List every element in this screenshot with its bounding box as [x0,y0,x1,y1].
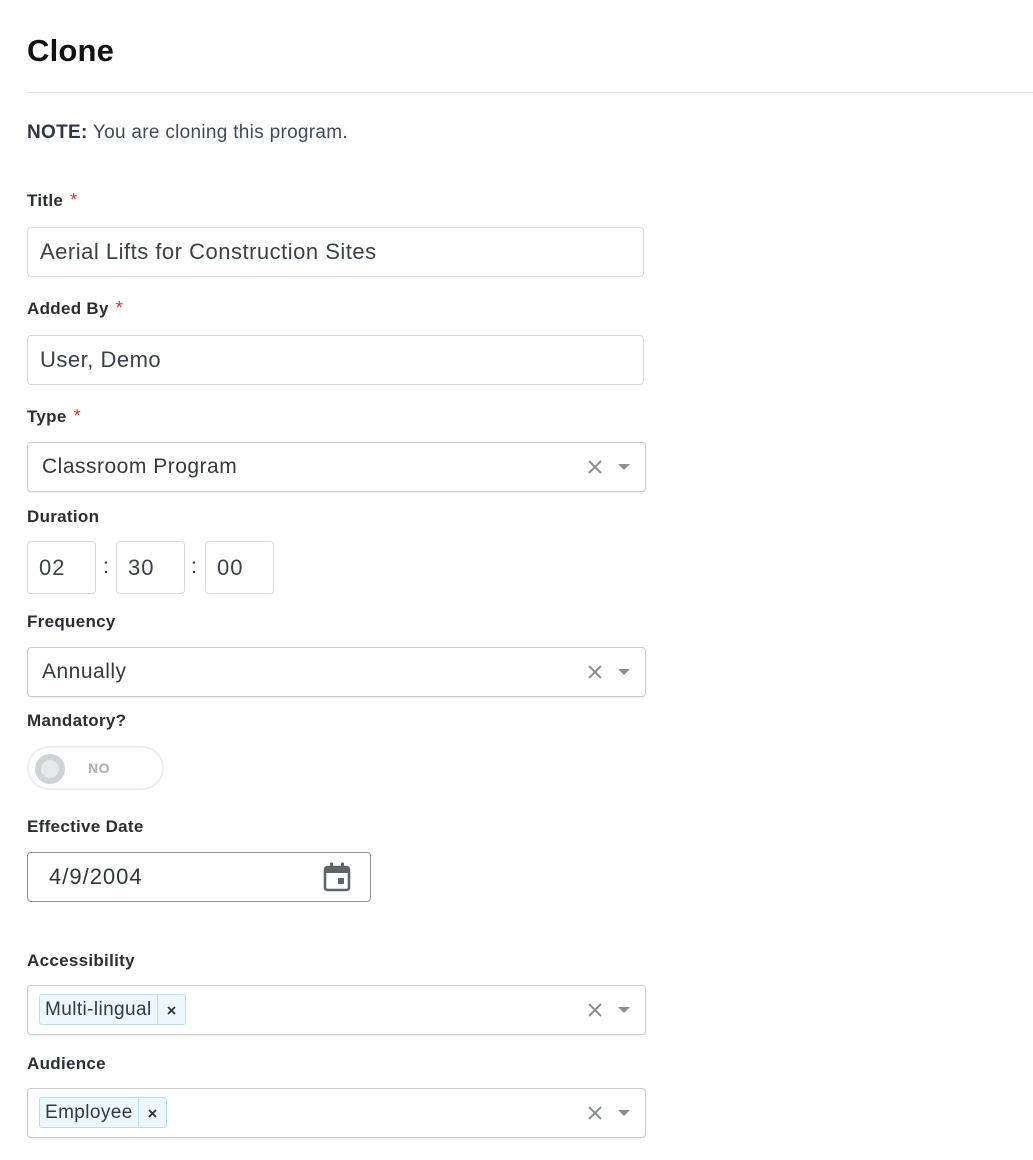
required-marker: * [70,190,78,210]
required-marker: * [73,406,81,426]
note-prefix: NOTE: [27,122,88,143]
tag-chip: Multi-lingual [39,994,186,1025]
accessibility-label: Accessibility [27,951,135,970]
toggle-state-text: NO [88,760,110,776]
duration-separator: : [103,555,109,578]
chevron-down-icon[interactable] [618,464,630,470]
type-label-text: Type [27,407,67,426]
frequency-select-value: Annually [42,660,127,683]
mandatory-toggle[interactable]: NO [27,746,164,790]
tag-label: Multi-lingual [45,999,152,1020]
close-icon[interactable] [585,660,605,684]
audience-label: Audience [27,1054,106,1073]
duration-label: Duration [27,507,100,526]
divider [27,92,1033,93]
effective-date-label: Effective Date [27,817,144,836]
accessibility-select[interactable]: Multi-lingual [27,985,646,1035]
type-label: Type * [27,406,81,427]
chevron-down-icon[interactable] [618,1007,630,1013]
audience-select[interactable]: Employee [27,1088,646,1138]
duration-hours-input[interactable]: 02 [27,541,96,594]
type-select[interactable]: Classroom Program [27,442,646,492]
calendar-icon[interactable] [322,861,352,893]
mandatory-label: Mandatory? [27,711,127,730]
added-by-input[interactable]: User, Demo [27,335,644,385]
page-title: Clone [27,33,115,68]
added-by-label-text: Added By [27,299,109,318]
required-marker: * [115,298,124,318]
chevron-down-icon[interactable] [618,669,630,675]
close-icon[interactable] [137,1098,166,1127]
tag-chip: Employee [39,1097,167,1128]
duration-separator: : [191,555,197,578]
note-text: You are cloning this program. [92,122,349,143]
duration-minutes-input[interactable]: 30 [116,541,185,594]
close-icon[interactable] [585,998,605,1022]
type-select-value: Classroom Program [42,455,238,478]
title-label: Title * [27,190,77,211]
duration-seconds-input[interactable]: 00 [205,541,274,594]
added-by-label: Added By * [27,298,123,319]
chevron-down-icon[interactable] [618,1110,630,1116]
tag-label: Employee [45,1102,133,1123]
title-label-text: Title [27,191,64,210]
frequency-select[interactable]: Annually [27,647,646,697]
effective-date-value: 4/9/2004 [49,864,143,889]
clone-note: NOTE: You are cloning this program. [27,122,348,144]
toggle-knob [35,754,65,784]
frequency-label: Frequency [27,612,116,631]
title-input[interactable]: Aerial Lifts for Construction Sites [27,227,644,277]
close-icon[interactable] [585,455,605,479]
close-icon[interactable] [156,995,185,1024]
effective-date-input[interactable]: 4/9/2004 [27,852,371,902]
close-icon[interactable] [585,1101,605,1125]
